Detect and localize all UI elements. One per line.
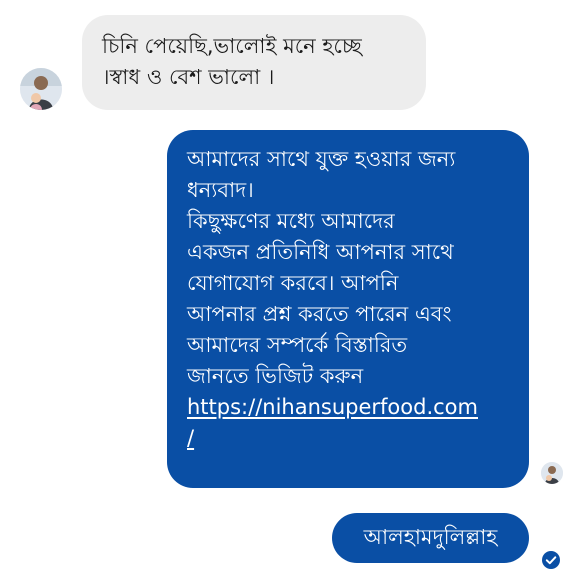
message-text-line: ।স্বাধ ও বেশ ভালো । <box>102 65 275 89</box>
seen-avatar-icon <box>541 462 563 484</box>
website-link-continuation[interactable]: / <box>187 423 509 454</box>
message-text-line: একজন প্রতিনিধি আপনার সাথে <box>187 240 454 264</box>
website-link[interactable]: https://nihansuperfood.com <box>187 392 509 423</box>
message-text-line: কিছুক্ষণের মধ্যে আমাদের <box>187 209 395 233</box>
contact-avatar-icon[interactable] <box>20 68 62 110</box>
message-text-line: আমাদের সম্পর্কে বিস্তারিত <box>187 333 408 357</box>
message-text-line: চিনি পেয়েছি,ভালোই মনে হচ্ছে <box>102 34 362 58</box>
message-text-line: আপনার প্রশ্ন করতে পারেন এবং <box>187 302 452 326</box>
message-text-line: যোগাযোগ করবে। আপনি <box>187 271 399 295</box>
message-thread: চিনি পেয়েছি,ভালোই মনে হচ্ছে ।স্বাধ ও বে… <box>0 0 571 577</box>
incoming-message-bubble[interactable]: চিনি পেয়েছি,ভালোই মনে হচ্ছে ।স্বাধ ও বে… <box>82 15 426 110</box>
outgoing-message-bubble[interactable]: আমাদের সাথে যুক্ত হওয়ার জন্য ধন্যবাদ। ক… <box>167 130 529 488</box>
message-text-line: জানতে ভিজিট করুন <box>187 364 364 388</box>
message-text-line: আমাদের সাথে যুক্ত হওয়ার জন্য <box>187 147 456 171</box>
check-circle-icon <box>542 551 560 569</box>
outgoing-message-bubble[interactable]: আলহামদুলিল্লাহ <box>332 513 529 563</box>
message-text-line: ধন্যবাদ। <box>187 178 254 202</box>
message-text: আলহামদুলিল্লাহ <box>363 525 498 549</box>
